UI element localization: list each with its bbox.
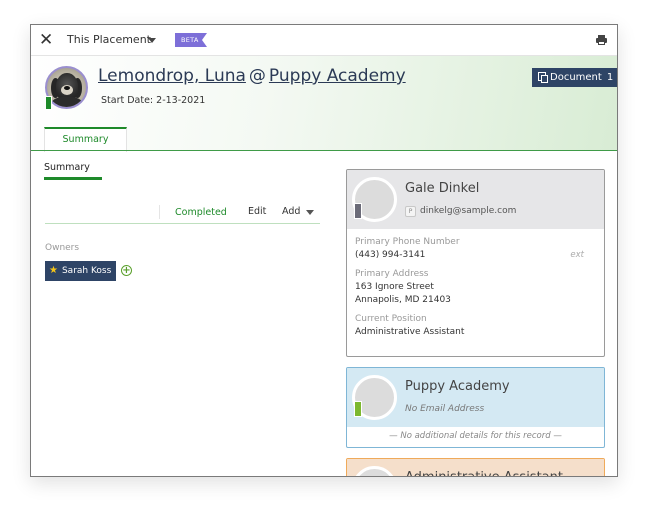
- beta-badge: BETA: [175, 33, 207, 47]
- edit-button[interactable]: Edit: [248, 206, 266, 217]
- start-date: Start Date: 2-13-2021: [101, 95, 206, 106]
- document-count: 1: [606, 72, 614, 83]
- title-separator: @: [248, 66, 266, 86]
- status-indicator: [45, 96, 52, 110]
- owner-name: Sarah Koss: [61, 266, 112, 276]
- star-icon: ★: [49, 265, 58, 276]
- tab-summary[interactable]: Summary: [44, 127, 127, 152]
- phone-value[interactable]: (443) 994-3141: [355, 249, 596, 262]
- position-field: Current Position Administrative Assistan…: [355, 314, 596, 339]
- contact-details: Primary Phone Number (443) 994-3141 ext …: [347, 229, 604, 354]
- placement-menu[interactable]: This Placement: [67, 33, 151, 46]
- company-link[interactable]: Puppy Academy: [269, 66, 406, 86]
- document-button[interactable]: Document 1: [532, 68, 617, 87]
- phone-ext: ext: [570, 250, 584, 260]
- add-chevron-down-icon[interactable]: [306, 210, 314, 215]
- no-details-message: — No additional details for this record …: [389, 431, 562, 441]
- chevron-down-icon[interactable]: [148, 38, 156, 43]
- position-label: Current Position: [355, 314, 427, 324]
- tab-divider: [31, 150, 617, 151]
- position-card-header: Administrative Assistant: [347, 459, 604, 476]
- placement-window: ✕ This Placement BETA Lemondrop, Luna @ Pu…: [30, 24, 618, 477]
- add-owner-icon[interactable]: +: [121, 265, 132, 276]
- candidate-link[interactable]: Lemondrop, Luna: [98, 66, 246, 86]
- primary-email-badge: P: [405, 206, 416, 217]
- position-name[interactable]: Administrative Assistant: [405, 470, 563, 476]
- address-line1: 163 Ignore Street: [355, 282, 434, 292]
- owners-label: Owners: [45, 243, 80, 253]
- phone-field: Primary Phone Number (443) 994-3141 ext: [355, 237, 596, 262]
- contact-email[interactable]: dinkelg@sample.com: [420, 206, 516, 216]
- phone-label: Primary Phone Number: [355, 237, 460, 247]
- position-avatar: [352, 466, 397, 476]
- contact-status-indicator: [354, 203, 362, 219]
- section-underline: [44, 177, 102, 180]
- section-title: Summary: [44, 162, 90, 173]
- record-title: Lemondrop, Luna @ Puppy Academy: [98, 66, 406, 86]
- top-bar: ✕ This Placement BETA: [31, 25, 617, 56]
- address-label: Primary Address: [355, 269, 429, 279]
- company-name[interactable]: Puppy Academy: [405, 379, 510, 394]
- printer-icon[interactable]: [596, 35, 607, 45]
- owner-chip[interactable]: ★ Sarah Koss: [45, 261, 116, 281]
- contact-card-header: Gale Dinkel Pdinkelg@sample.com: [347, 170, 604, 229]
- documents-icon: [538, 72, 548, 83]
- actions-divider: [45, 223, 320, 224]
- contact-email-row: Pdinkelg@sample.com: [405, 206, 516, 217]
- company-email: No Email Address: [405, 404, 485, 414]
- address-field: Primary Address 163 Ignore Street Annapo…: [355, 269, 596, 307]
- document-label: Document: [550, 72, 602, 83]
- contact-card[interactable]: Gale Dinkel Pdinkelg@sample.com Primary …: [346, 169, 605, 357]
- close-icon[interactable]: ✕: [39, 30, 53, 50]
- record-header: Lemondrop, Luna @ Puppy Academy Start Date…: [31, 56, 617, 152]
- add-button[interactable]: Add: [282, 206, 300, 217]
- contact-name[interactable]: Gale Dinkel: [405, 181, 479, 196]
- company-card-header: Puppy Academy No Email Address: [347, 368, 604, 427]
- position-value: Administrative Assistant: [355, 327, 465, 337]
- company-status-indicator: [354, 401, 362, 417]
- status-completed[interactable]: Completed: [175, 207, 227, 218]
- company-card[interactable]: Puppy Academy No Email Address — No addi…: [346, 367, 605, 448]
- position-card[interactable]: Administrative Assistant: [346, 458, 605, 476]
- address-line2: Annapolis, MD 21403: [355, 295, 451, 305]
- action-divider: [159, 205, 160, 219]
